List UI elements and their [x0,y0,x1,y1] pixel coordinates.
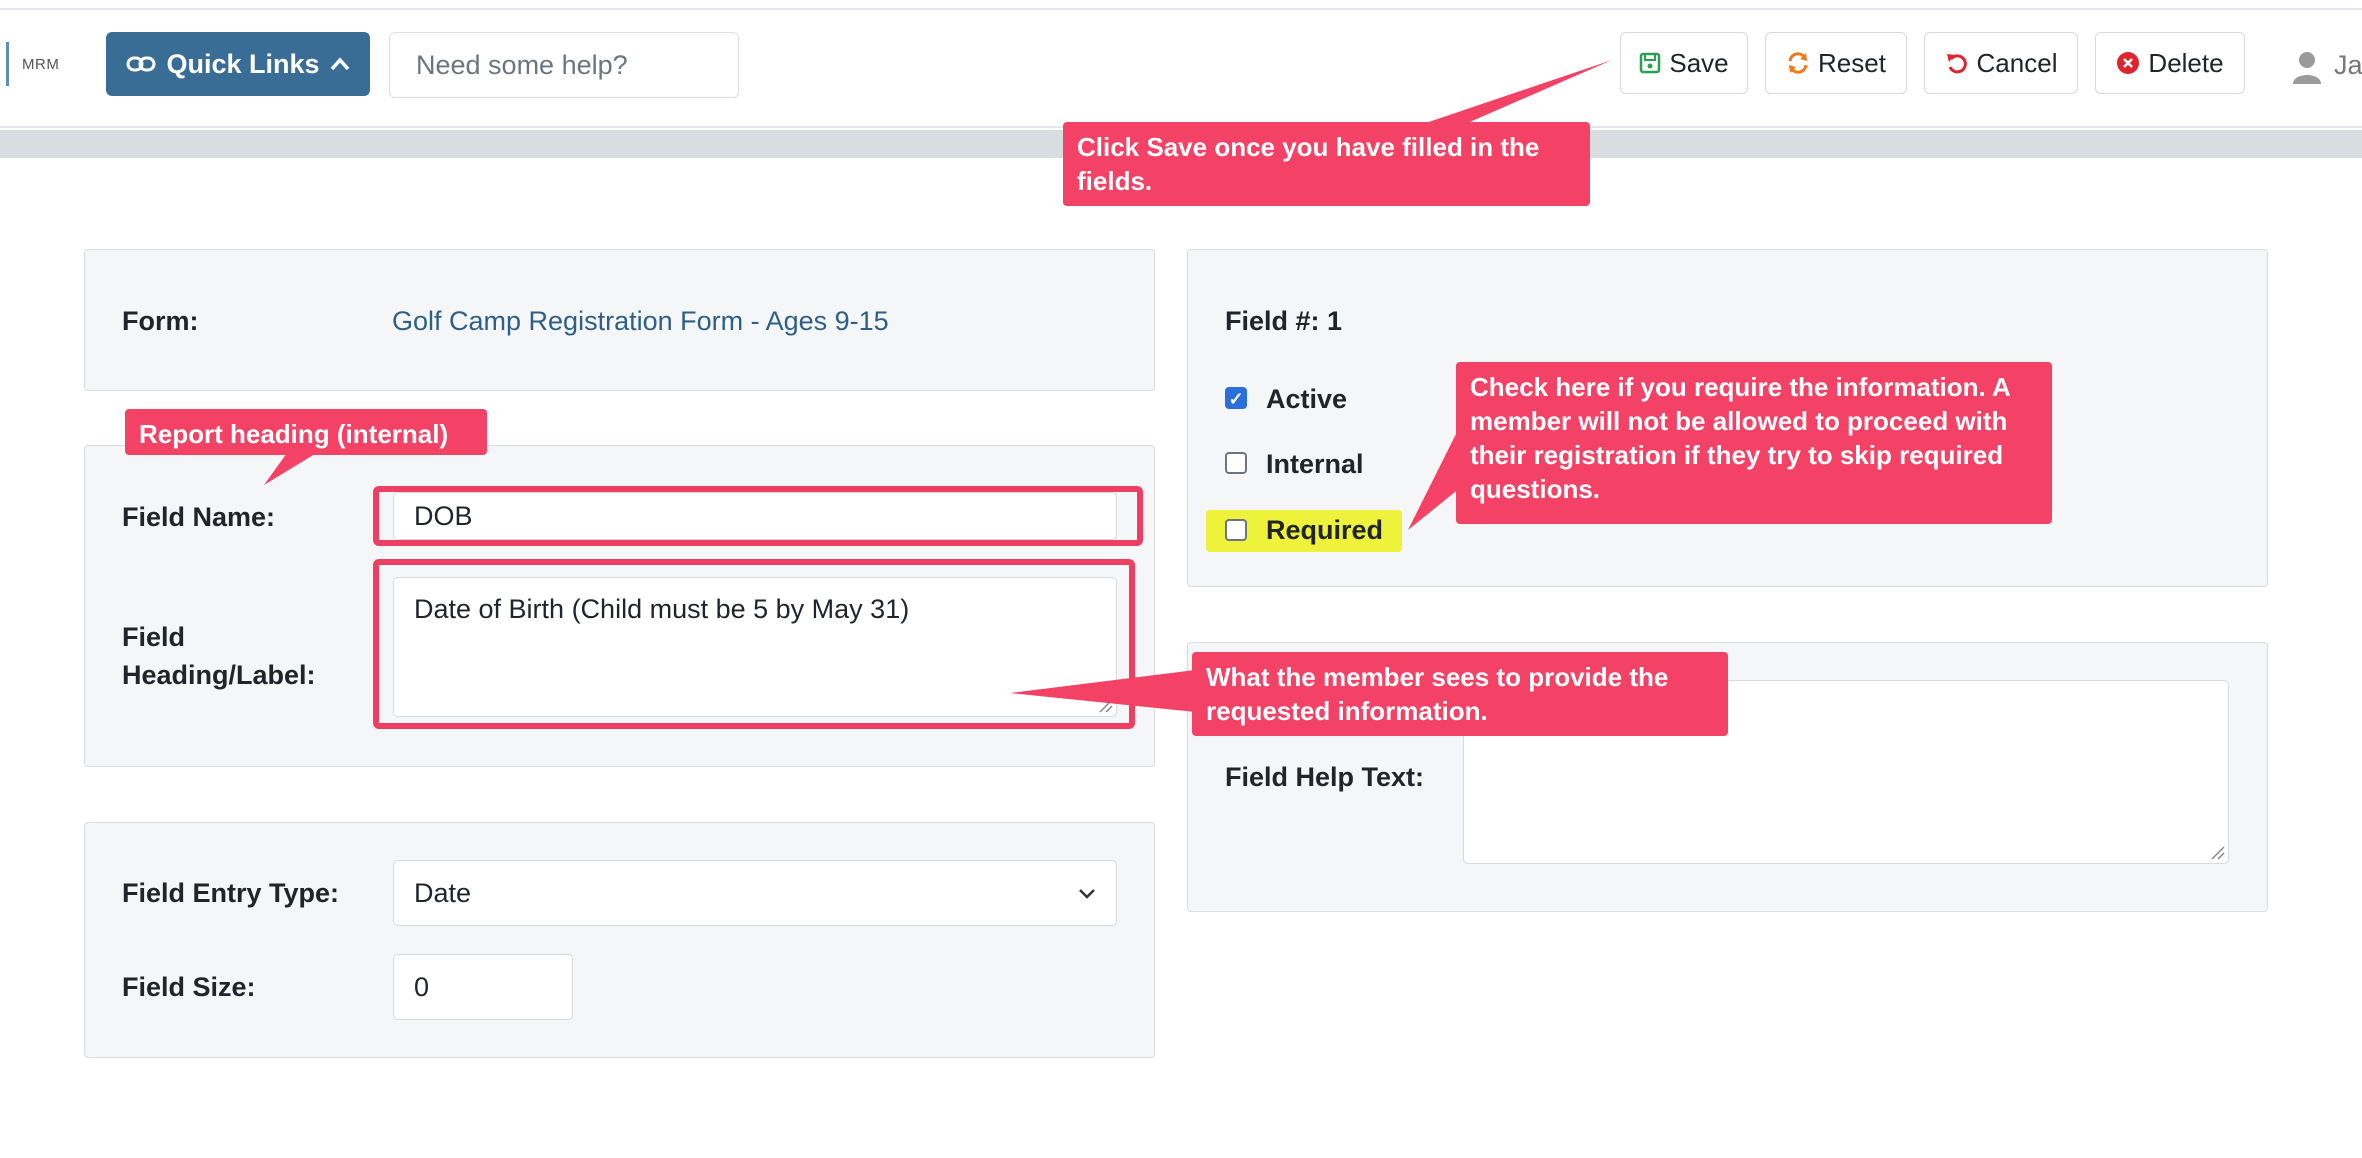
label-callout: What the member sees to provide the requ… [1192,652,1728,736]
save-callout: Click Save once you have filled in the f… [1063,122,1590,206]
label-callout-pointer [1010,670,1195,712]
required-callout: Check here if you require the informatio… [1456,362,2052,524]
report-heading-callout: Report heading (internal) [125,409,487,455]
